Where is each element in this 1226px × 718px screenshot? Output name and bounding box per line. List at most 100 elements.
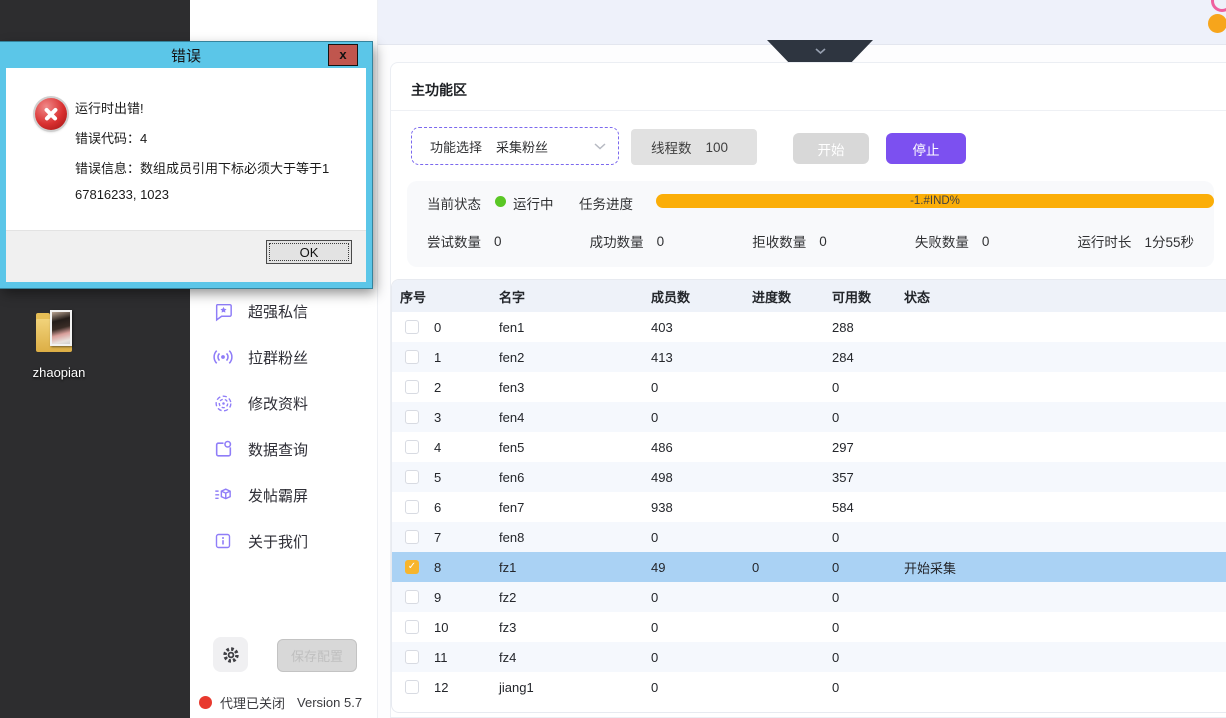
status-panel: 当前状态 运行中 任务进度 -1.#IND% 尝试数量0成功数量0拒收数量0失败… [407,181,1214,267]
current-status-label: 当前状态 [427,193,481,213]
error-dialog-title: 错误 [171,45,201,66]
checkbox-cell [392,680,434,694]
table-row[interactable]: 3fen400 [392,402,1226,432]
cell-status: 开始采集 [904,558,1226,577]
table-row[interactable]: 2fen300 [392,372,1226,402]
collapse-handle[interactable] [767,40,873,62]
cell-available: 0 [832,680,904,695]
table-row[interactable]: 7fen800 [392,522,1226,552]
cell-name: jiang1 [499,680,651,695]
cell-name: fen8 [499,530,651,545]
row-checkbox[interactable] [405,410,419,424]
row-checkbox[interactable] [405,530,419,544]
cell-name: fen6 [499,470,651,485]
cell-members: 403 [651,320,752,335]
row-checkbox[interactable] [405,680,419,694]
cell-available: 584 [832,500,904,515]
cell-name: fen4 [499,410,651,425]
row-checkbox[interactable] [405,440,419,454]
stop-button[interactable]: 停止 [886,133,966,164]
checkbox-cell [392,530,434,544]
settings-button[interactable] [213,637,248,672]
table-row[interactable]: 4fen5486297 [392,432,1226,462]
table-row[interactable]: 11fz400 [392,642,1226,672]
stat-value: 0 [982,234,990,249]
broadcast-icon [212,346,234,368]
ok-button[interactable]: OK [266,240,352,264]
row-checkbox[interactable] [405,500,419,514]
table-row[interactable]: 0fen1403288 [392,312,1226,342]
sidebar-item-3[interactable]: 修改资料 [190,380,377,426]
row-checkbox[interactable] [405,470,419,484]
error-dialog-titlebar[interactable]: 错误 x [6,42,366,68]
cell-progress: 0 [752,560,832,575]
checkbox-cell [392,500,434,514]
row-checkbox[interactable] [405,380,419,394]
sidebar-item-2[interactable]: 拉群粉丝 [190,334,377,380]
row-checkbox[interactable] [405,590,419,604]
table-row[interactable]: 5fen6498357 [392,462,1226,492]
stat-item: 成功数量0 [590,231,665,251]
row-checkbox[interactable] [405,320,419,334]
cell-members: 0 [651,590,752,605]
cell-available: 288 [832,320,904,335]
row-checkbox[interactable] [405,650,419,664]
chat-star-icon [212,300,234,322]
cell-members: 498 [651,470,752,485]
folder-label: zhaopian [14,365,104,380]
sidebar-item-4[interactable]: 数据查询 [190,426,377,472]
table-row[interactable]: 12jiang100 [392,672,1226,702]
checkbox-cell [392,620,434,634]
cell-members: 938 [651,500,752,515]
stat-item: 运行时长1分55秒 [1077,231,1194,251]
cell-no: 6 [434,500,499,515]
table-row[interactable]: 6fen7938584 [392,492,1226,522]
thread-count-value: 100 [706,140,729,155]
sidebar-item-1[interactable]: 超强私信 [190,288,377,334]
proxy-status-label: 代理已关闭 [220,693,285,712]
decor-dot-icon [1208,14,1226,33]
cell-available: 0 [832,380,904,395]
col-header-index: 序号 [392,287,499,306]
cell-members: 49 [651,560,752,575]
cell-no: 3 [434,410,499,425]
row-checkbox[interactable] [405,620,419,634]
cell-no: 7 [434,530,499,545]
sidebar-item-label: 数据查询 [248,439,308,460]
cell-members: 0 [651,620,752,635]
table-row[interactable]: 10fz300 [392,612,1226,642]
table-row[interactable]: ✓8fz14900开始采集 [392,552,1226,582]
function-select-dropdown[interactable]: 功能选择 采集粉丝 [411,127,619,165]
folder-zhaopian[interactable]: zhaopian [34,308,82,364]
close-icon[interactable]: x [328,44,358,66]
table-row[interactable]: 9fz200 [392,582,1226,612]
start-button[interactable]: 开始 [793,133,869,164]
cell-name: fen1 [499,320,651,335]
function-select-label: 功能选择 [430,137,482,156]
table-row[interactable]: 1fen2413284 [392,342,1226,372]
error-line-1: 运行时出错! [75,98,144,117]
panel-title: 主功能区 [411,80,467,100]
thread-count-field[interactable]: 线程数 100 [631,129,757,165]
row-checkbox[interactable] [405,350,419,364]
error-line-2: 错误代码：4 [75,128,147,147]
stat-label: 拒收数量 [752,231,806,251]
cell-name: fz3 [499,620,651,635]
sidebar-item-5[interactable]: 发帖霸屏 [190,472,377,518]
sidebar-item-6[interactable]: 关于我们 [190,518,377,564]
thread-count-label: 线程数 [651,137,692,157]
checkbox-cell [392,590,434,604]
col-header-progress: 进度数 [752,287,832,306]
profile-card-icon [212,438,234,460]
save-config-button[interactable]: 保存配置 [277,639,357,672]
proxy-status-dot [199,696,212,709]
error-icon [35,98,67,130]
stat-item: 尝试数量0 [427,231,502,251]
cell-available: 0 [832,650,904,665]
version-label: Version 5.7 [297,695,362,710]
main-area: 主功能区 功能选择 采集粉丝 线程数 100 开始 停止 当前状态 运行中 [378,0,1226,718]
row-checkbox[interactable]: ✓ [405,560,419,574]
cell-no: 9 [434,590,499,605]
error-line-4: 67816233, 1023 [75,187,169,202]
error-line-3: 错误信息：数组成员引用下标必须大于等于1 [75,158,329,177]
